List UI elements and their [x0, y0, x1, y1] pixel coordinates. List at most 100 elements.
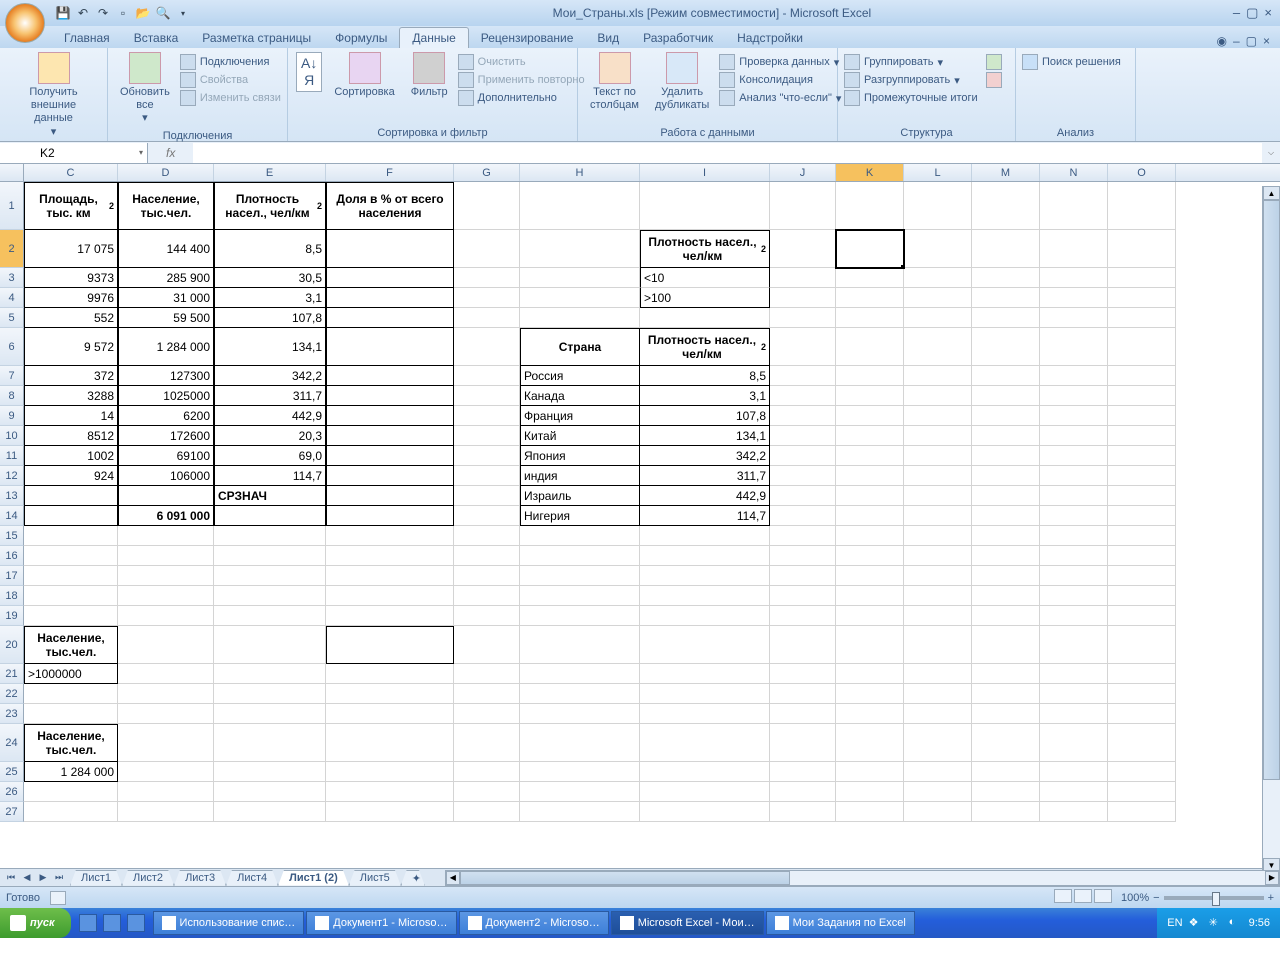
- cell[interactable]: [770, 268, 836, 288]
- cell[interactable]: [454, 366, 520, 386]
- cell[interactable]: [118, 626, 214, 664]
- group-button[interactable]: Группировать ▾: [844, 54, 978, 70]
- cell[interactable]: [972, 446, 1040, 466]
- cell[interactable]: 8512: [24, 426, 118, 446]
- cell[interactable]: [454, 762, 520, 782]
- row-header[interactable]: 23: [0, 704, 24, 724]
- cell[interactable]: [1040, 586, 1108, 606]
- cell[interactable]: Плотность насел., чел/км2: [214, 182, 326, 230]
- cell[interactable]: [904, 506, 972, 526]
- cell[interactable]: [326, 782, 454, 802]
- cell[interactable]: [640, 182, 770, 230]
- cell[interactable]: [1108, 664, 1176, 684]
- cell[interactable]: СРЗНАЧ: [214, 486, 326, 506]
- cell[interactable]: [454, 386, 520, 406]
- column-header[interactable]: C: [24, 164, 118, 181]
- cell[interactable]: [904, 406, 972, 426]
- cell[interactable]: 1002: [24, 446, 118, 466]
- cell[interactable]: 30,5: [214, 268, 326, 288]
- cell[interactable]: [640, 724, 770, 762]
- open-icon[interactable]: 📂: [135, 5, 151, 21]
- cell[interactable]: [836, 406, 904, 426]
- cell[interactable]: 442,9: [214, 406, 326, 426]
- cell[interactable]: [520, 586, 640, 606]
- cell[interactable]: [326, 466, 454, 486]
- filter-button[interactable]: Фильтр: [405, 50, 454, 101]
- cell[interactable]: [1040, 684, 1108, 704]
- cell[interactable]: [520, 288, 640, 308]
- cell[interactable]: Страна: [520, 328, 640, 366]
- cell[interactable]: [836, 586, 904, 606]
- cell[interactable]: [972, 782, 1040, 802]
- cell[interactable]: [214, 566, 326, 586]
- cell[interactable]: [836, 288, 904, 308]
- cell[interactable]: [520, 762, 640, 782]
- cell[interactable]: [836, 606, 904, 626]
- preview-icon[interactable]: 🔍: [155, 5, 171, 21]
- lang-indicator[interactable]: EN: [1167, 917, 1182, 929]
- cell[interactable]: [1108, 446, 1176, 466]
- cell[interactable]: [520, 724, 640, 762]
- cell[interactable]: [770, 802, 836, 822]
- row-header[interactable]: 7: [0, 366, 24, 386]
- sheet-next-icon[interactable]: ▶: [36, 872, 50, 883]
- qat-dropdown-icon[interactable]: ▾: [175, 5, 191, 21]
- help-icon[interactable]: ◉: [1216, 34, 1226, 48]
- quick-launch-icon[interactable]: [79, 914, 97, 932]
- cell[interactable]: [770, 308, 836, 328]
- cell[interactable]: [640, 626, 770, 664]
- cell[interactable]: Население, тыс.чел.: [24, 626, 118, 664]
- cell[interactable]: [972, 466, 1040, 486]
- cell[interactable]: [24, 704, 118, 724]
- zoom-level[interactable]: 100%: [1121, 892, 1149, 904]
- cell[interactable]: [326, 526, 454, 546]
- cell[interactable]: [454, 466, 520, 486]
- cell[interactable]: [770, 486, 836, 506]
- cell[interactable]: [836, 546, 904, 566]
- cell[interactable]: [118, 724, 214, 762]
- tab-formulas[interactable]: Формулы: [323, 28, 399, 48]
- cell[interactable]: [214, 626, 326, 664]
- cell[interactable]: [770, 664, 836, 684]
- taskbar-item[interactable]: Документ2 - Microso…: [459, 911, 609, 935]
- cell[interactable]: [770, 426, 836, 446]
- cell[interactable]: [836, 446, 904, 466]
- cell[interactable]: [454, 486, 520, 506]
- sheet-tab[interactable]: Лист1: [70, 870, 122, 886]
- horizontal-scrollbar[interactable]: ◀ ▶: [445, 870, 1280, 886]
- cell[interactable]: [454, 546, 520, 566]
- cell[interactable]: [904, 268, 972, 288]
- row-header[interactable]: 17: [0, 566, 24, 586]
- cell[interactable]: 552: [24, 308, 118, 328]
- cell[interactable]: [836, 664, 904, 684]
- cell[interactable]: [1108, 328, 1176, 366]
- cell[interactable]: [972, 664, 1040, 684]
- sheet-tab[interactable]: Лист5: [349, 870, 401, 886]
- cell[interactable]: [1040, 446, 1108, 466]
- what-if-button[interactable]: Анализ "что-если" ▾: [719, 90, 841, 106]
- cell[interactable]: [972, 506, 1040, 526]
- cell[interactable]: [904, 626, 972, 664]
- column-header[interactable]: O: [1108, 164, 1176, 181]
- cell[interactable]: [904, 366, 972, 386]
- cell[interactable]: [770, 782, 836, 802]
- cell[interactable]: [972, 626, 1040, 664]
- cell[interactable]: [520, 526, 640, 546]
- cell[interactable]: [520, 626, 640, 664]
- sheet-tab[interactable]: Лист2: [122, 870, 174, 886]
- row-header[interactable]: 4: [0, 288, 24, 308]
- cell[interactable]: [1108, 546, 1176, 566]
- cell[interactable]: [972, 268, 1040, 288]
- cell[interactable]: [836, 182, 904, 230]
- cell[interactable]: [904, 426, 972, 446]
- cell[interactable]: [214, 762, 326, 782]
- cell[interactable]: Население, тыс.чел.: [24, 724, 118, 762]
- hide-detail-icon[interactable]: [986, 72, 1002, 88]
- cell[interactable]: [118, 566, 214, 586]
- cell[interactable]: 311,7: [640, 466, 770, 486]
- cell[interactable]: 59 500: [118, 308, 214, 328]
- cell[interactable]: [836, 328, 904, 366]
- cell[interactable]: [640, 782, 770, 802]
- taskbar-item[interactable]: Документ1 - Microso…: [306, 911, 456, 935]
- cell[interactable]: [640, 762, 770, 782]
